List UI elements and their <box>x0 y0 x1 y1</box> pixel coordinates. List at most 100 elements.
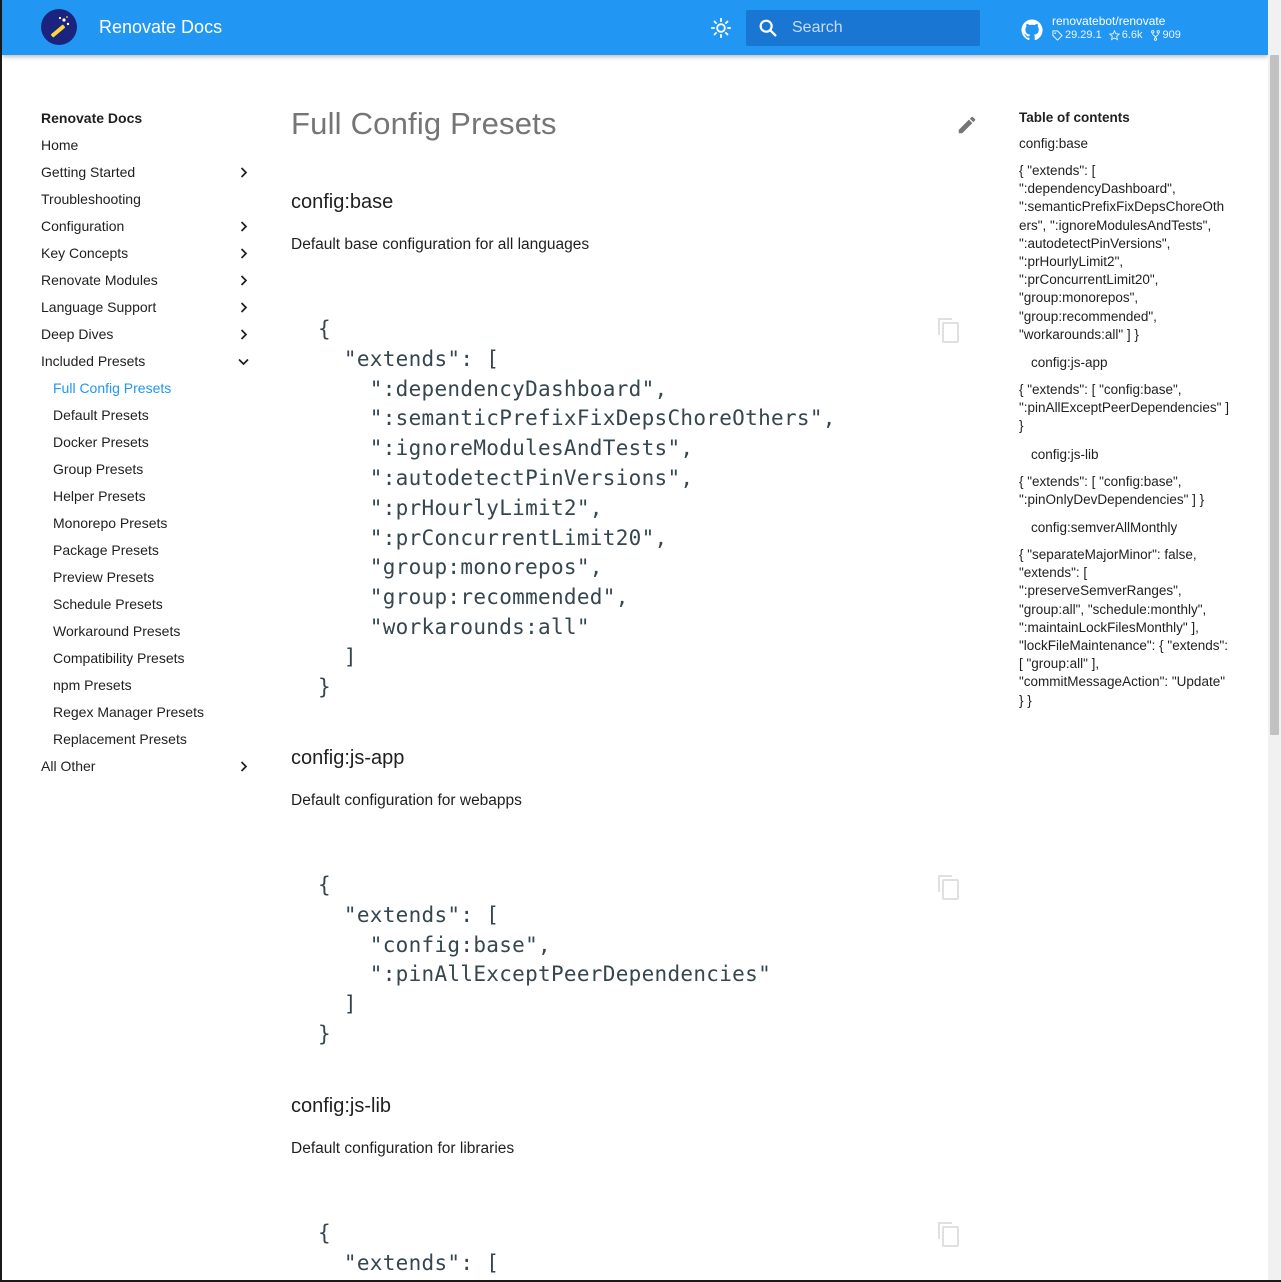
sidebar-item-label: Key Concepts <box>41 245 129 261</box>
table-of-contents: Table of contents config:base { "extends"… <box>1019 108 1231 719</box>
chevron-right-icon <box>235 756 251 776</box>
chevron-right-icon <box>235 216 251 236</box>
sidebar-item-key-concepts[interactable]: Key Concepts <box>41 243 251 270</box>
sidebar-item-regex-manager-presets[interactable]: Regex Manager Presets <box>41 702 251 729</box>
copy-icon <box>938 875 959 900</box>
sidebar-item-home[interactable]: Home <box>41 135 251 162</box>
search-icon <box>746 17 790 39</box>
scrollbar-thumb[interactable] <box>1270 55 1279 735</box>
sidebar-item-label: Language Support <box>41 299 157 315</box>
toc-entry-link[interactable]: { "extends": [ ":dependencyDashboard", "… <box>1019 162 1231 344</box>
toc-entry-link[interactable]: { "extends": [ "config:base", ":pinOnlyD… <box>1019 473 1231 509</box>
page-title: Full Config Presets <box>291 106 557 141</box>
repo-link[interactable]: renovatebot/renovate 29.29.1 6.6k 909 <box>1020 14 1181 42</box>
sidebar-item-all-other[interactable]: All Other <box>41 756 251 783</box>
chevron-right-icon <box>235 162 251 182</box>
pencil-icon <box>958 116 976 134</box>
magic-wand-icon <box>50 16 70 38</box>
sidebar-item-label: Monorepo Presets <box>53 515 168 531</box>
nav-title: Renovate Docs <box>41 110 143 126</box>
section-heading-config-js-lib: config:js-lib <box>291 1095 392 1117</box>
sidebar-item-label: Workaround Presets <box>53 623 181 639</box>
toc-heading-link[interactable]: config:js-app <box>1019 353 1231 373</box>
sidebar-item-label: Group Presets <box>53 461 144 477</box>
sidebar-item-schedule-presets[interactable]: Schedule Presets <box>41 594 251 621</box>
sidebar-item-label: Compatibility Presets <box>53 650 185 666</box>
sidebar-item-replacement-presets[interactable]: Replacement Presets <box>41 729 251 756</box>
repo-version-text: 29.29.1 <box>1065 29 1102 41</box>
theme-toggle-button[interactable] <box>710 17 732 39</box>
section-heading-config-js-app: config:js-app <box>291 747 405 769</box>
sidebar-item-configuration[interactable]: Configuration <box>41 216 251 243</box>
chevron-right-icon <box>235 243 251 263</box>
sidebar-item-docker-presets[interactable]: Docker Presets <box>41 432 251 459</box>
fork-icon <box>1150 30 1160 41</box>
sidebar-item-label: Default Presets <box>53 407 149 423</box>
sidebar-item-included-presets[interactable]: Included Presets <box>41 351 251 378</box>
toc-heading-link[interactable]: config:semverAllMonthly <box>1019 518 1231 538</box>
sidebar-item-label: Helper Presets <box>53 488 146 504</box>
sidebar-item-workaround-presets[interactable]: Workaround Presets <box>41 621 251 648</box>
sidebar-item-label: All Other <box>41 758 96 774</box>
toc-heading-link[interactable]: config:js-lib <box>1019 445 1231 465</box>
toc-entry-link[interactable]: { "separateMajorMinor": false, "extends"… <box>1019 546 1231 710</box>
renovate-logo[interactable] <box>41 9 77 45</box>
code-block: { "extends": [ ":dependencyDashboard", "… <box>318 317 836 699</box>
sidebar-item-helper-presets[interactable]: Helper Presets <box>41 486 251 513</box>
sidebar-item-troubleshooting[interactable]: Troubleshooting <box>41 189 251 216</box>
window-frame-left <box>0 0 2 1282</box>
sidebar-nav: Renovate Docs Home Getting Started Trouble… <box>41 108 251 783</box>
sidebar-item-default-presets[interactable]: Default Presets <box>41 405 251 432</box>
copy-icon <box>938 318 959 343</box>
search-input[interactable] <box>790 18 974 38</box>
sidebar-item-label: npm Presets <box>53 677 132 693</box>
repo-stars: 6.6k <box>1108 29 1143 42</box>
section-description: Default configuration for libraries <box>291 1140 515 1157</box>
sidebar-item-label: Regex Manager Presets <box>53 704 204 720</box>
sidebar-item-deep-dives[interactable]: Deep Dives <box>41 324 251 351</box>
sidebar-item-label: Renovate Modules <box>41 272 158 288</box>
copy-button[interactable] <box>935 873 961 901</box>
sidebar-item-label: Deep Dives <box>41 326 114 342</box>
sidebar-item-npm-presets[interactable]: npm Presets <box>41 675 251 702</box>
sidebar-item-compatibility-presets[interactable]: Compatibility Presets <box>41 648 251 675</box>
sidebar-item-package-presets[interactable]: Package Presets <box>41 540 251 567</box>
sidebar-item-label: Package Presets <box>53 542 159 558</box>
sidebar-item-full-config-presets[interactable]: Full Config Presets <box>41 378 251 405</box>
sidebar-item-label: Preview Presets <box>53 569 155 585</box>
sidebar-item-label: Getting Started <box>41 164 136 180</box>
copy-button[interactable] <box>935 316 961 344</box>
section-heading-config-base: config:base <box>291 191 394 213</box>
sidebar-item-label: Docker Presets <box>53 434 149 450</box>
repo-stars-text: 6.6k <box>1121 29 1143 41</box>
sidebar-item-label: Replacement Presets <box>53 731 187 747</box>
site-title[interactable]: Renovate Docs <box>99 17 222 38</box>
section-description: Default configuration for webapps <box>291 792 522 809</box>
code-block: { "extends": [ "config:base", ":pinAllEx… <box>318 873 772 1046</box>
sidebar-item-renovate-modules[interactable]: Renovate Modules <box>41 270 251 297</box>
top-header: Renovate Docs renovatebot/renovate <box>2 0 1268 55</box>
sidebar-item-label: Included Presets <box>41 353 146 369</box>
copy-icon <box>938 1222 959 1247</box>
github-icon <box>1021 19 1043 41</box>
sidebar-item-preview-presets[interactable]: Preview Presets <box>41 567 251 594</box>
sidebar-item-getting-started[interactable]: Getting Started <box>41 162 251 189</box>
search-box[interactable] <box>746 10 980 46</box>
sidebar-item-label: Home <box>41 137 79 153</box>
sidebar-item-label: Troubleshooting <box>41 191 141 207</box>
copy-button[interactable] <box>935 1220 961 1248</box>
edit-page-button[interactable] <box>956 114 978 136</box>
repo-forks: 909 <box>1150 29 1181 42</box>
code-block: { "extends": [ <box>318 1221 500 1275</box>
toc-entry-link[interactable]: { "extends": [ "config:base", ":pinAllEx… <box>1019 381 1231 436</box>
repo-version: 29.29.1 <box>1052 29 1102 42</box>
chevron-right-icon <box>235 270 251 290</box>
chevron-right-icon <box>235 324 251 344</box>
sidebar-item-group-presets[interactable]: Group Presets <box>41 459 251 486</box>
sidebar-item-language-support[interactable]: Language Support <box>41 297 251 324</box>
star-icon <box>1108 30 1120 41</box>
sidebar-item-monorepo-presets[interactable]: Monorepo Presets <box>41 513 251 540</box>
sidebar-item-label: Configuration <box>41 218 125 234</box>
toc-heading-link[interactable]: config:base <box>1019 134 1231 154</box>
repo-name: renovatebot/renovate <box>1052 14 1166 28</box>
